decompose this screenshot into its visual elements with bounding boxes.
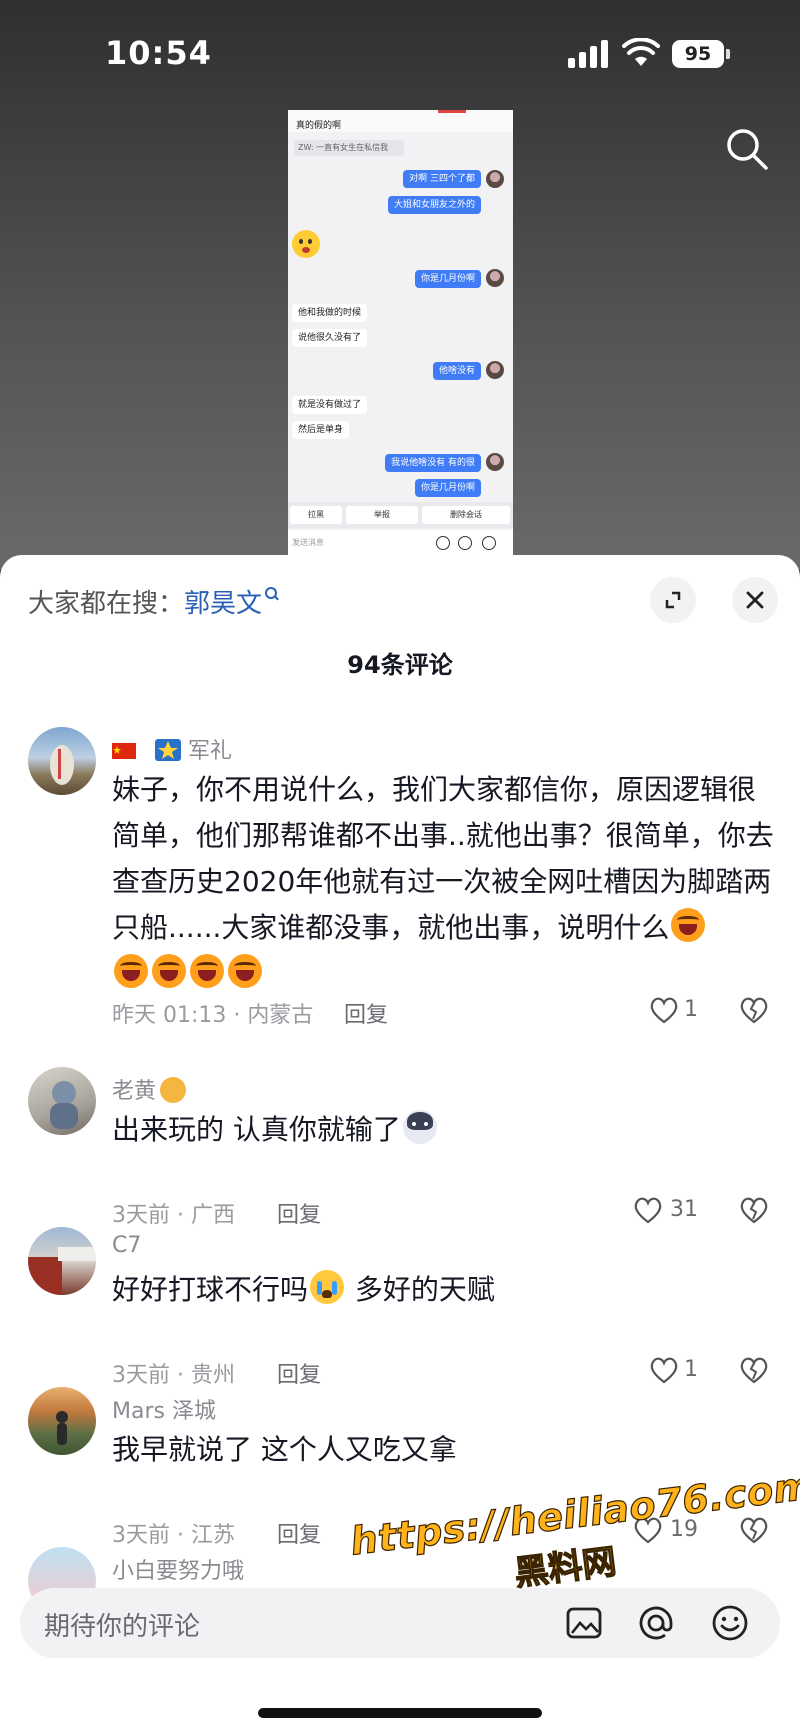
chat-message: 就是没有做过了 (292, 396, 368, 414)
chat-message: 你是几月份啊 (414, 270, 481, 288)
reply-button[interactable]: 回复 (344, 997, 388, 1029)
chat-avatar (486, 453, 504, 471)
comment-time-location: 昨天 01:13 · 内蒙古 (112, 1003, 314, 1028)
chat-message: 说他很久没有了 (292, 329, 368, 347)
comment-text: 好好打球不行吗 多好的天赋 (112, 1267, 777, 1313)
chat-message: 你是几月份啊 (414, 479, 481, 497)
signal-icon (568, 40, 610, 68)
expand-button[interactable] (650, 577, 696, 623)
hot-search-label: 大家都在搜： (28, 589, 185, 619)
comment-username[interactable]: 军礼 (112, 733, 232, 765)
like-heart-icon[interactable] (648, 995, 680, 1025)
status-time: 10:54 (105, 34, 212, 72)
comment-username[interactable]: Mars 泽城 (112, 1393, 216, 1425)
chat-input: 发送消息 (288, 530, 513, 555)
chat-message: 他啥没有 (432, 362, 481, 380)
chat-action-bar: 拉黑 举报 删除会话 (288, 502, 513, 528)
husky-emoji-icon (402, 1110, 437, 1144)
close-icon (746, 591, 764, 609)
like-heart-icon[interactable] (648, 1355, 680, 1385)
comment-username[interactable]: 老黄 (112, 1073, 187, 1105)
emoji-icon (458, 536, 472, 550)
comment-input-placeholder: 期待你的评论 (44, 1612, 201, 1642)
hot-search[interactable]: 大家都在搜：郭昊文 (28, 583, 279, 620)
dislike-icon[interactable] (738, 1355, 770, 1385)
comment-text-body: 我早就说了 这个人又吃又拿 (112, 1433, 457, 1466)
emoji-icon[interactable] (710, 1603, 750, 1643)
laugh-emoji-icon (228, 954, 262, 988)
search-icon (265, 587, 279, 601)
comment-text-body: 多好的天赋 (354, 1273, 495, 1306)
wifi-icon (622, 38, 660, 66)
mention-icon[interactable] (636, 1603, 676, 1643)
chat-message: 大姐和女朋友之外的 (387, 196, 481, 214)
comment-time-location: 3天前 · 贵州 (112, 1363, 235, 1388)
comment-text-body: 出来玩的 认真你就输了 (112, 1113, 401, 1146)
chat-action-delete: 删除会话 (422, 506, 510, 524)
battery-indicator: 95 (672, 40, 730, 68)
username-text: 老黄 (112, 1079, 157, 1104)
laugh-emoji-icon (114, 954, 148, 988)
like-count: 1 (684, 1357, 698, 1382)
laugh-emoji-icon (152, 954, 186, 988)
voice-icon (436, 536, 450, 550)
like-count: 31 (670, 1197, 698, 1222)
chat-action-report: 举报 (346, 506, 418, 524)
dislike-icon[interactable] (738, 995, 770, 1025)
dislike-icon[interactable] (738, 1195, 770, 1225)
chat-avatar (486, 269, 504, 287)
close-button[interactable] (732, 577, 778, 623)
like-heart-icon[interactable] (632, 1195, 664, 1225)
like-count: 1 (684, 997, 698, 1022)
avatar[interactable] (28, 727, 96, 795)
cowboy-emoji-icon (160, 1077, 187, 1103)
chat-quote: ZW: 一直有女生在私信我 (294, 140, 404, 156)
username-text: 军礼 (188, 739, 233, 764)
reply-button[interactable]: 回复 (277, 1357, 321, 1389)
status-bar: 10:54 95 (0, 0, 800, 100)
comment-username[interactable]: 小白要努力哦 (112, 1553, 244, 1585)
chat-emoji (292, 230, 320, 258)
search-icon[interactable] (724, 126, 770, 172)
comment-time-location: 3天前 · 江苏 (112, 1523, 235, 1548)
chat-action-block: 拉黑 (290, 506, 342, 524)
home-indicator (258, 1708, 542, 1718)
expand-icon (665, 591, 681, 609)
avatar[interactable] (28, 1067, 96, 1135)
badge-icon (155, 739, 181, 761)
chat-avatar (486, 170, 504, 188)
comment-text: 我早就说了 这个人又吃又拿 (112, 1427, 777, 1473)
plus-icon (482, 536, 496, 550)
comment-count: 94条评论 (347, 651, 453, 679)
chat-screenshot-image[interactable]: 真的假的啊 ZW: 一直有女生在私信我 对啊 三四个了都 大姐和女朋友之外的 你… (288, 110, 513, 555)
reply-button[interactable]: 回复 (277, 1517, 321, 1549)
reply-button[interactable]: 回复 (277, 1197, 321, 1229)
comment-text-body: 好好打球不行吗 (112, 1273, 309, 1306)
laugh-emoji-icon (190, 954, 224, 988)
chat-avatar (486, 361, 504, 379)
laugh-emoji-icon (671, 908, 706, 942)
china-flag-icon (112, 743, 136, 759)
chat-top-line: 真的假的啊 (296, 121, 342, 131)
comment-text: 出来玩的 认真你就输了 (112, 1107, 777, 1153)
chat-message: 然后是单身 (292, 421, 350, 439)
comment-time-location: 3天前 · 广西 (112, 1203, 235, 1228)
crying-emoji-icon (310, 1270, 345, 1304)
chat-input-placeholder: 发送消息 (292, 538, 324, 547)
image-icon[interactable] (564, 1603, 604, 1643)
avatar[interactable] (28, 1227, 96, 1295)
comment-username[interactable]: C7 (112, 1233, 141, 1258)
hot-search-term[interactable]: 郭昊文 (184, 589, 262, 619)
chat-message: 对啊 三四个了都 (403, 170, 481, 188)
comment-text: 妹子，你不用说什么，我们大家都信你，原因逻辑很简单，他们那帮谁都不出事..就他出… (112, 767, 777, 997)
avatar[interactable] (28, 1387, 96, 1455)
chat-message: 我说他啥没有 有的很 (385, 454, 481, 472)
chat-message: 他和我做的时候 (292, 304, 368, 322)
